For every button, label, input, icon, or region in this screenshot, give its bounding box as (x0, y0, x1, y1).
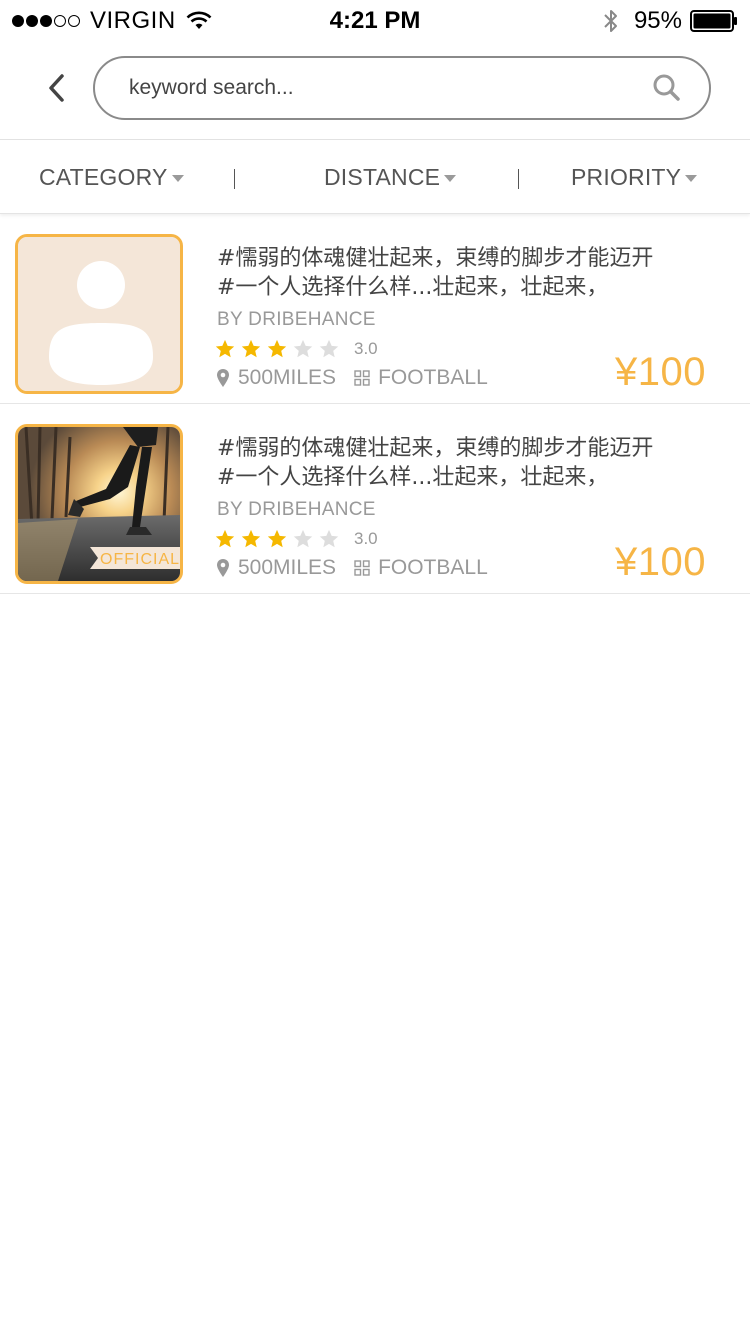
search-icon[interactable] (651, 72, 683, 104)
item-category: FOOTBALL (378, 556, 488, 579)
item-meta: 500MILES FOOTBALL (216, 366, 488, 390)
rating-value: 3.0 (354, 339, 378, 358)
category-grid-icon (354, 370, 370, 386)
category-filter[interactable]: CATEGORY (39, 164, 184, 191)
official-badge: OFFICIAL (100, 551, 180, 568)
chevron-left-icon (49, 74, 64, 102)
caret-down-icon (171, 175, 184, 182)
battery-percent: 95% (633, 7, 682, 34)
star-empty-icon (293, 339, 313, 358)
star-filled-icon (241, 529, 261, 548)
category-grid-icon (354, 560, 370, 576)
item-title-line: #一个人选择什么样...壮起来，壮起来， (217, 275, 609, 300)
star-rating: 3.0 (214, 528, 378, 550)
item-author: BY DRIBEHANCE (217, 309, 376, 330)
item-thumbnail: OFFICIAL (15, 424, 183, 584)
star-empty-icon (319, 339, 339, 358)
search-bar[interactable] (93, 56, 711, 120)
item-distance: 500MILES (238, 556, 337, 579)
status-right: 95% (602, 7, 738, 35)
filter-divider (518, 169, 519, 189)
star-filled-icon (215, 339, 235, 358)
item-title-line: #懦弱的体魂健壮起来，束缚的脚步才能迈开 (217, 436, 654, 461)
distance-filter-label: DISTANCE (324, 164, 441, 190)
star-filled-icon (267, 529, 287, 548)
list-item[interactable]: #懦弱的体魂健壮起来，束缚的脚步才能迈开 #一个人选择什么样...壮起来，壮起来… (0, 214, 750, 404)
caret-down-icon (444, 175, 457, 182)
rating-value: 3.0 (354, 529, 378, 548)
item-meta: 500MILES FOOTBALL (216, 556, 488, 580)
avatar-placeholder-icon (18, 237, 180, 391)
star-filled-icon (267, 339, 287, 358)
location-pin-icon (217, 369, 229, 387)
category-filter-label: CATEGORY (39, 164, 168, 190)
runner-photo-image: OFFICIAL (18, 427, 180, 581)
item-title: #懦弱的体魂健壮起来，束缚的脚步才能迈开 #一个人选择什么样...壮起来，壮起来… (217, 244, 717, 302)
bluetooth-icon (604, 10, 617, 32)
search-input[interactable] (129, 68, 629, 108)
location-pin-icon (217, 559, 229, 577)
battery-icon (690, 10, 737, 32)
item-thumbnail (15, 234, 183, 394)
item-distance: 500MILES (238, 366, 337, 389)
caret-down-icon (685, 175, 698, 182)
item-title-line: #懦弱的体魂健壮起来，束缚的脚步才能迈开 (217, 246, 654, 271)
item-title-line: #一个人选择什么样...壮起来，壮起来， (217, 465, 609, 490)
status-bar: VIRGIN 4:21 PM 95% (0, 0, 750, 40)
filter-bar: CATEGORY DISTANCE PRIORITY (0, 140, 750, 214)
distance-filter[interactable]: DISTANCE (324, 164, 457, 191)
item-price: ¥100 (615, 540, 706, 584)
star-filled-icon (241, 339, 261, 358)
item-category: FOOTBALL (378, 366, 488, 389)
item-author: BY DRIBEHANCE (217, 499, 376, 520)
item-title: #懦弱的体魂健壮起来，束缚的脚步才能迈开 #一个人选择什么样...壮起来，壮起来… (217, 434, 717, 492)
search-header (0, 40, 750, 140)
back-button[interactable] (36, 68, 76, 108)
result-list: #懦弱的体魂健壮起来，束缚的脚步才能迈开 #一个人选择什么样...壮起来，壮起来… (0, 214, 750, 594)
star-empty-icon (319, 529, 339, 548)
filter-divider (234, 169, 235, 189)
star-filled-icon (215, 529, 235, 548)
star-rating: 3.0 (214, 338, 378, 360)
item-price: ¥100 (615, 350, 706, 394)
list-item[interactable]: OFFICIAL #懦弱的体魂健壮起来，束缚的脚步才能迈开 #一个人选择什么样.… (0, 404, 750, 594)
star-empty-icon (293, 529, 313, 548)
priority-filter-label: PRIORITY (571, 164, 682, 190)
priority-filter[interactable]: PRIORITY (571, 164, 698, 191)
